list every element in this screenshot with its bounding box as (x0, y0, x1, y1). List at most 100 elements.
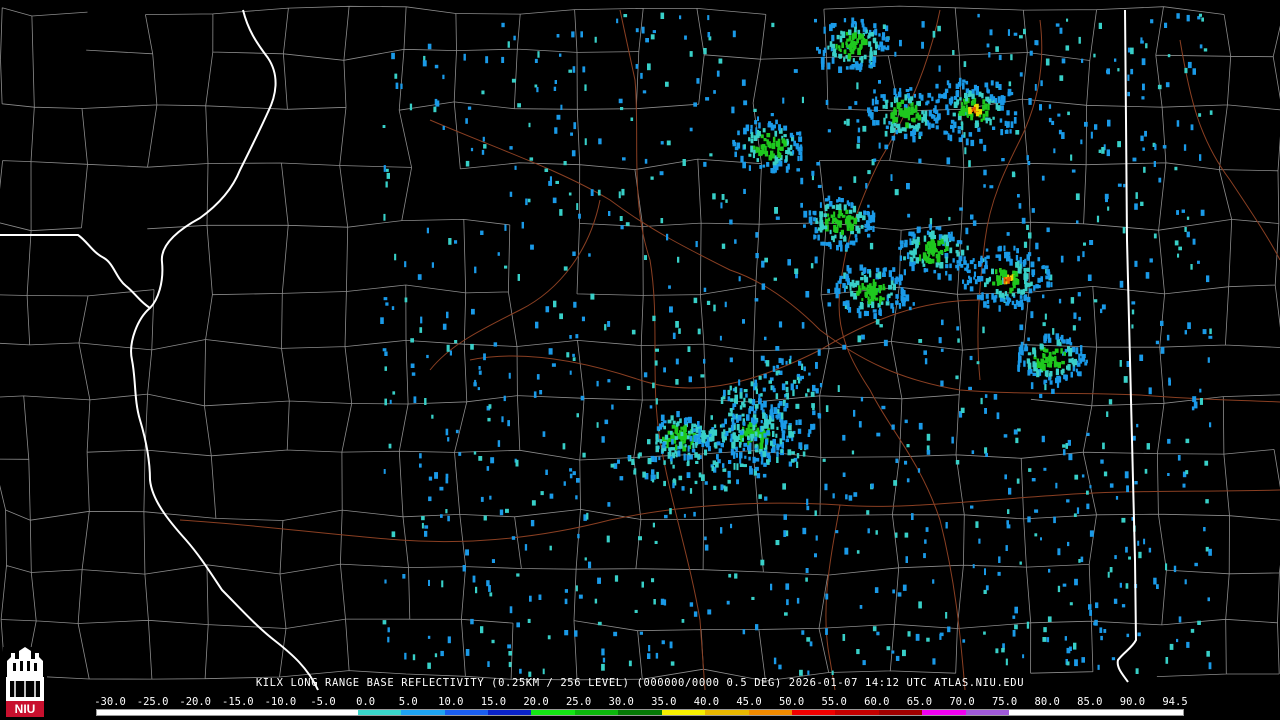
echo-pixel (964, 108, 969, 113)
echo-pixel (832, 235, 835, 243)
echo-pixel (785, 381, 789, 385)
echo-pixel (1072, 325, 1076, 331)
echo-pixel (1017, 364, 1020, 372)
echo-pixel (773, 407, 778, 414)
echo-pixel (856, 143, 860, 149)
echo-pixel (597, 621, 602, 626)
echo-pixel (750, 406, 754, 412)
echo-pixel (878, 285, 883, 291)
echo-pixel (867, 299, 871, 305)
echo-pixel (1093, 299, 1098, 303)
echo-pixel (869, 46, 873, 54)
echo-pixel (730, 398, 734, 402)
echo-pixel (1040, 80, 1043, 87)
echo-pixel (667, 419, 672, 424)
echo-pixel (839, 275, 844, 279)
echo-pixel (676, 411, 680, 418)
echo-pixel (758, 393, 761, 399)
echo-pixel (962, 639, 966, 643)
echo-pixel (848, 29, 852, 35)
echo-pixel (841, 42, 844, 48)
echo-pixel (1004, 130, 1009, 134)
echo-pixel (723, 389, 726, 397)
echo-pixel (1090, 131, 1093, 139)
echo-pixel (503, 395, 506, 402)
echo-pixel (986, 304, 990, 309)
echo-pixel (937, 25, 941, 32)
echo-pixel (1137, 540, 1140, 546)
colorbar-segment (401, 710, 445, 715)
echo-pixel (671, 447, 676, 451)
echo-pixel (1096, 215, 1100, 223)
echo-pixel (742, 421, 746, 425)
echo-pixel (684, 35, 687, 40)
echo-pixel (1056, 375, 1061, 380)
echo-pixel (843, 288, 846, 293)
echo-pixel (957, 338, 960, 343)
echo-pixel (781, 383, 786, 391)
echo-pixel (1208, 548, 1212, 556)
echo-pixel (754, 444, 758, 448)
echo-pixel (924, 539, 927, 544)
echo-pixel (1052, 328, 1055, 335)
echo-pixel (880, 46, 885, 52)
echo-pixel (960, 255, 963, 259)
echo-pixel (984, 394, 988, 398)
echo-pixel (650, 34, 655, 40)
echo-pixel (474, 379, 477, 386)
echo-pixel (693, 435, 698, 443)
echo-pixel (1018, 203, 1022, 209)
echo-pixel (984, 568, 986, 576)
echo-pixel (596, 422, 599, 428)
echo-pixel (534, 58, 538, 63)
echo-pixel (465, 160, 470, 167)
echo-pixel (675, 321, 679, 328)
echo-pixel (812, 384, 816, 392)
echo-pixel (1085, 359, 1088, 364)
echo-pixel (996, 412, 1000, 420)
echo-pixel (656, 471, 659, 479)
echo-pixel (857, 47, 861, 53)
map-background (0, 0, 1280, 720)
echo-pixel (785, 155, 788, 162)
echo-pixel (921, 110, 924, 115)
echo-pixel (730, 523, 733, 529)
echo-pixel (745, 393, 748, 398)
echo-pixel (815, 362, 818, 369)
echo-pixel (1011, 300, 1015, 306)
legend-label: 80.0 (1034, 696, 1060, 708)
echo-pixel (1051, 120, 1055, 125)
echo-pixel (871, 215, 875, 222)
echo-pixel (1095, 602, 1099, 609)
echo-pixel (898, 281, 902, 286)
echo-pixel (1037, 277, 1041, 283)
echo-pixel (840, 198, 844, 203)
echo-pixel (941, 319, 944, 326)
echo-pixel (1186, 14, 1190, 22)
echo-pixel (1003, 299, 1006, 303)
echo-pixel (938, 337, 942, 344)
echo-pixel (1126, 485, 1129, 493)
echo-pixel (1197, 260, 1200, 264)
echo-pixel (1012, 615, 1016, 619)
echo-pixel (530, 520, 535, 527)
echo-pixel (913, 248, 917, 255)
echo-pixel (1055, 23, 1060, 27)
echo-pixel (1041, 435, 1045, 443)
echo-pixel (927, 120, 930, 125)
echo-pixel (806, 498, 809, 506)
echo-pixel (391, 531, 396, 538)
echo-pixel (1177, 455, 1181, 461)
echo-pixel (697, 435, 701, 439)
echo-pixel (845, 277, 850, 282)
echo-pixel (704, 449, 708, 456)
echo-pixel (1023, 28, 1026, 35)
echo-pixel (1193, 401, 1198, 409)
echo-pixel (1184, 579, 1187, 585)
echo-pixel (855, 225, 859, 231)
echo-pixel (869, 286, 873, 293)
echo-pixel (689, 488, 693, 494)
echo-pixel (797, 428, 802, 434)
echo-pixel (973, 276, 976, 280)
echo-pixel (975, 88, 979, 95)
